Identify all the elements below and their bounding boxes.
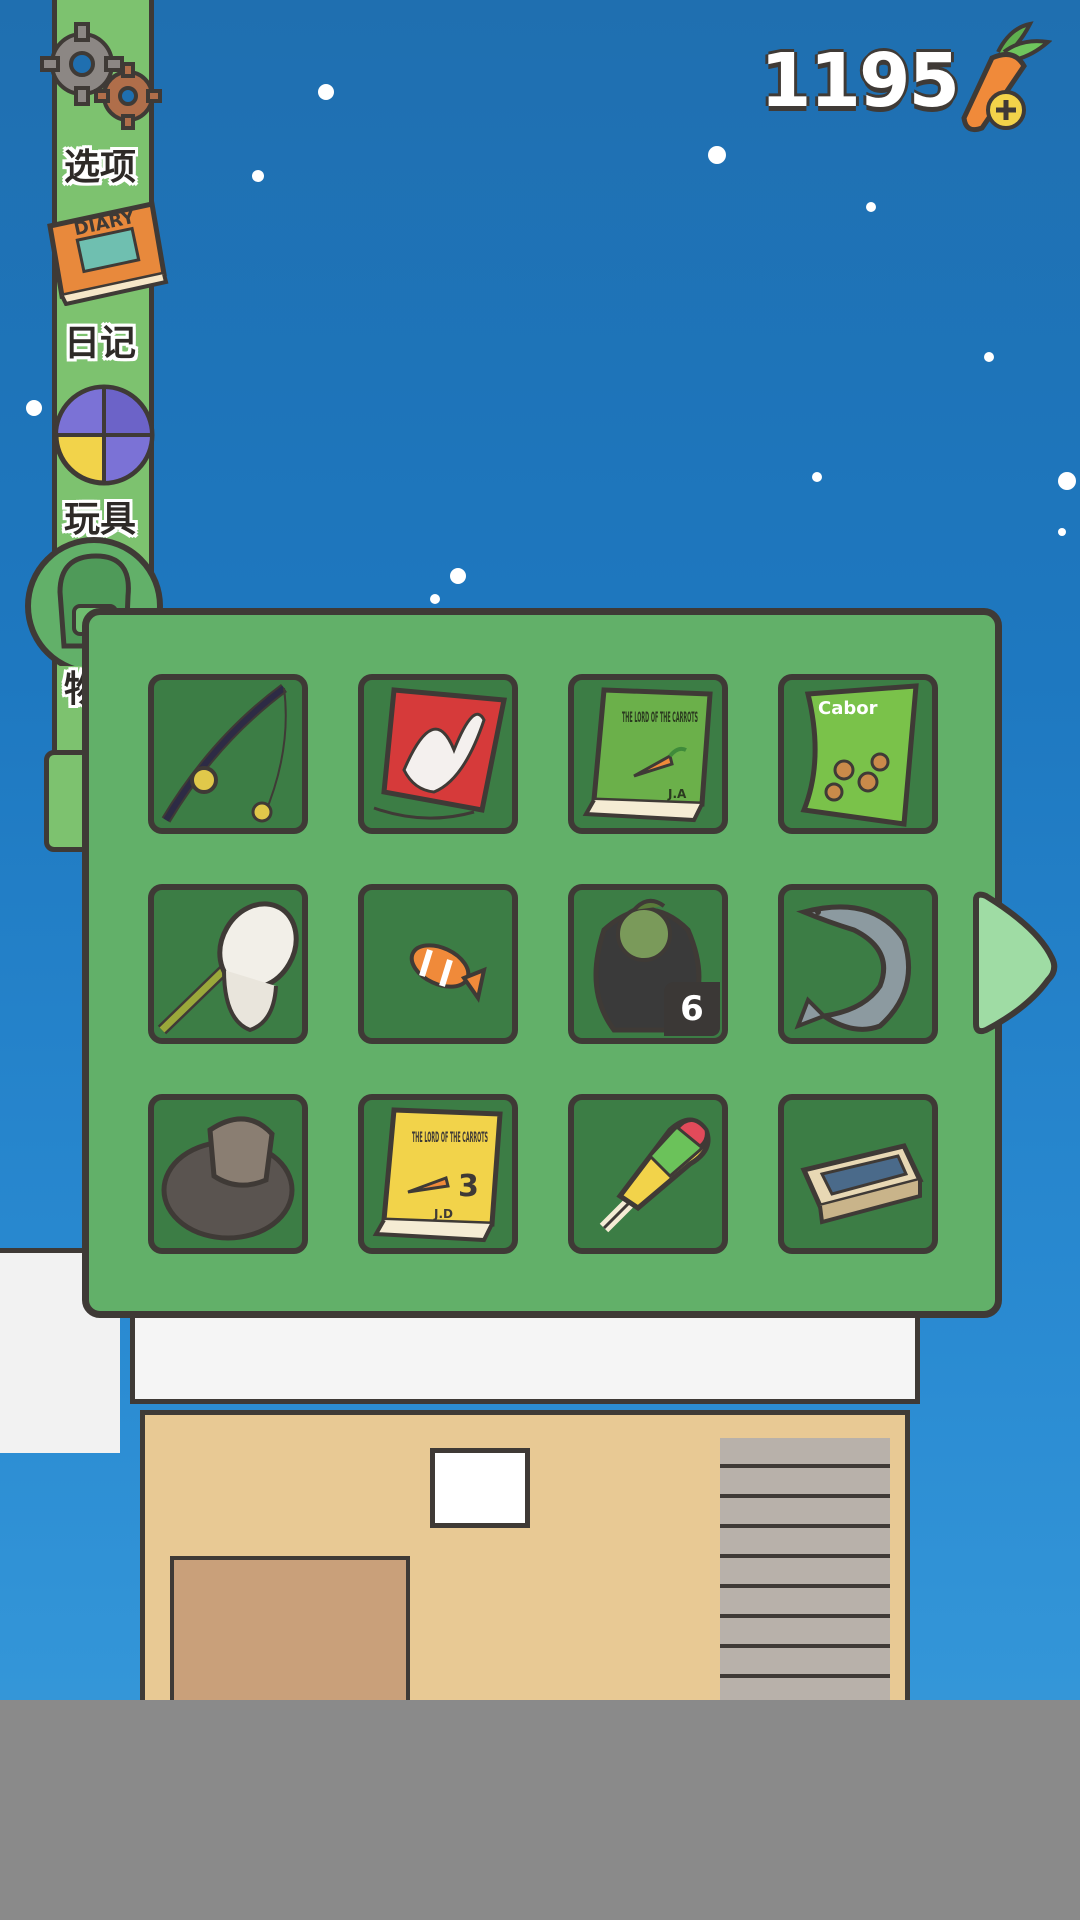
house-roof-snow bbox=[130, 1318, 920, 1404]
snack-brand-text: Cabor bbox=[818, 698, 878, 719]
house bbox=[130, 1318, 920, 1708]
toys-icon bbox=[53, 384, 155, 486]
inventory-slot-bento-box[interactable] bbox=[778, 1094, 938, 1254]
snowflake bbox=[984, 352, 994, 362]
inventory-slot-book[interactable]: THE LORD OF THE CARROTS J.A bbox=[568, 674, 728, 834]
inventory-slot-turnip-bag[interactable]: 6 bbox=[568, 884, 728, 1044]
snowflake bbox=[1058, 472, 1076, 490]
snowflake bbox=[430, 594, 440, 604]
fishing-rod-icon bbox=[161, 683, 287, 823]
house-window bbox=[430, 1448, 530, 1528]
book-title-text: THE LORD OF THE CARROTS bbox=[622, 710, 698, 726]
straw-hat-icon bbox=[161, 1116, 295, 1241]
next-page-arrow-icon[interactable] bbox=[968, 888, 1058, 1038]
book-author-text: J.A bbox=[667, 787, 687, 801]
inventory-slot-book-3[interactable]: THE LORD OF THE CARROTS 3 J.D bbox=[358, 1094, 518, 1254]
carrot-count: 1195 bbox=[760, 38, 960, 124]
kite-icon bbox=[373, 687, 507, 820]
snowflake bbox=[708, 146, 726, 164]
house-cabinets bbox=[170, 1556, 410, 1706]
bug-net-icon bbox=[157, 901, 299, 1035]
inventory-slot-popsicle[interactable] bbox=[568, 1094, 728, 1254]
item-count-badge: 6 bbox=[664, 982, 720, 1036]
book-3-icon: THE LORD OF THE CARROTS 3 J.D bbox=[372, 1107, 503, 1243]
inventory-slot-snack-bag[interactable]: Cabor bbox=[778, 674, 938, 834]
snowflake bbox=[1058, 528, 1066, 536]
book-3-author-text: J.D bbox=[433, 1207, 453, 1221]
menu-item-options[interactable]: 选项 bbox=[20, 20, 190, 188]
gear-icon bbox=[40, 22, 162, 130]
carrot-plus-icon[interactable] bbox=[952, 18, 1052, 138]
snowflake bbox=[450, 568, 466, 584]
bento-box-icon bbox=[800, 1143, 924, 1225]
sturgeon-icon bbox=[794, 904, 912, 1032]
ground bbox=[0, 1700, 1080, 1920]
popsicle-icon bbox=[599, 1117, 711, 1233]
snowflake bbox=[812, 472, 822, 482]
snowflake bbox=[252, 170, 264, 182]
inventory-slot-kite[interactable] bbox=[358, 674, 518, 834]
snowflake bbox=[866, 202, 876, 212]
book-3-title-text: THE LORD OF THE CARROTS bbox=[412, 1130, 488, 1146]
snack-bag-icon: Cabor bbox=[800, 683, 919, 827]
menu-label-toys: 玩具 bbox=[63, 499, 136, 540]
inventory-slot-sturgeon[interactable] bbox=[778, 884, 938, 1044]
inventory-slot-clownfish[interactable] bbox=[358, 884, 518, 1044]
house-stairs bbox=[720, 1438, 890, 1706]
menu-item-diary[interactable]: DIARY 日记 bbox=[20, 196, 190, 364]
diary-icon: DIARY bbox=[47, 201, 169, 306]
inventory-slot-bug-net[interactable] bbox=[148, 884, 308, 1044]
menu-label-diary: 日记 bbox=[63, 323, 136, 364]
menu-item-toys[interactable]: 玩具 bbox=[20, 376, 190, 540]
inventory-slot-straw-hat[interactable] bbox=[148, 1094, 308, 1254]
snowflake bbox=[318, 84, 334, 100]
book-3-number-text: 3 bbox=[458, 1169, 479, 1204]
inventory-slot-fishing-rod[interactable] bbox=[148, 674, 308, 834]
book-icon: THE LORD OF THE CARROTS J.A bbox=[582, 687, 713, 823]
menu-label-options: 选项 bbox=[63, 147, 136, 188]
clownfish-icon bbox=[409, 943, 487, 1003]
